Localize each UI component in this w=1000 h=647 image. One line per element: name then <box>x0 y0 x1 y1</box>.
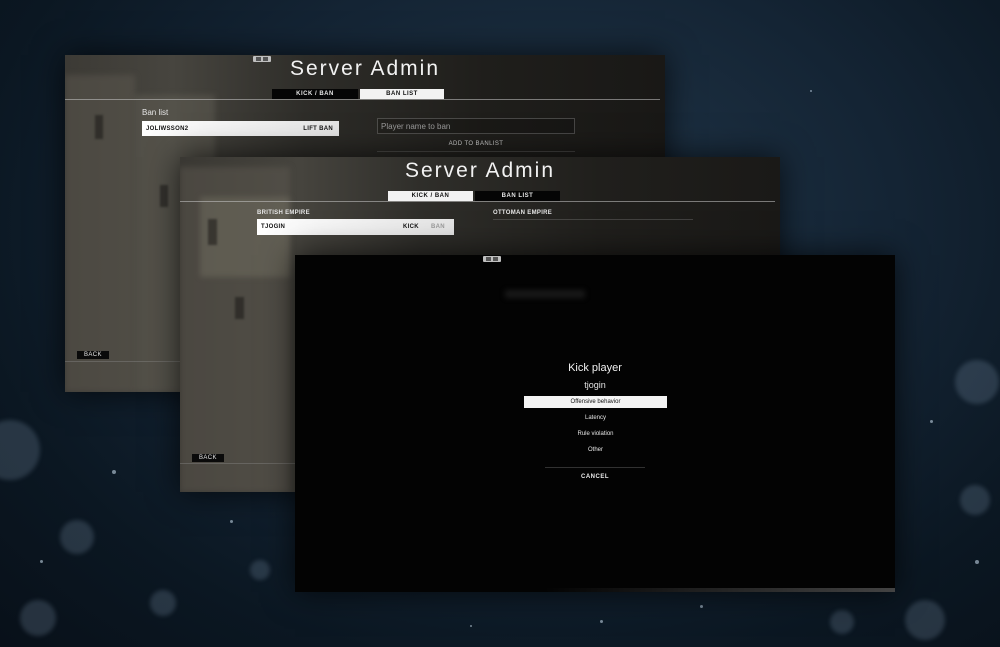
lift-ban-button[interactable]: LIFT BAN <box>303 126 333 132</box>
banned-player-name: JOLIWSSON2 <box>146 125 189 132</box>
footer-divider <box>180 463 300 464</box>
ban-name-input[interactable]: Player name to ban <box>377 118 575 134</box>
tab-ban-list[interactable]: BAN LIST <box>360 89 444 99</box>
tab-kick-ban[interactable]: KICK / BAN <box>388 191 473 201</box>
list-item[interactable]: JOLIWSSON2 LIFT BAN <box>142 121 339 136</box>
blurred-background <box>505 290 585 298</box>
team-left-label: BRITISH EMPIRE <box>257 210 310 216</box>
window-controls-icon[interactable] <box>483 256 501 262</box>
kick-player-name: tjogin <box>584 380 606 390</box>
ban-button[interactable]: BAN <box>431 224 445 230</box>
kick-button[interactable]: KICK <box>403 224 419 230</box>
team-right-label: OTTOMAN EMPIRE <box>493 210 553 216</box>
reason-other[interactable]: Other <box>524 444 667 456</box>
dialog-title: Kick player <box>568 362 622 374</box>
bottom-edge <box>545 588 895 592</box>
ban-list-label: Ban list <box>142 108 169 117</box>
header-divider <box>180 201 775 202</box>
reason-rule-violation[interactable]: Rule violation <box>524 428 667 440</box>
page-title: Server Admin <box>289 57 441 80</box>
table-row[interactable]: TJOGIN KICK BAN <box>257 219 454 235</box>
back-button[interactable]: BACK <box>192 454 224 462</box>
divider <box>377 151 575 152</box>
reason-latency[interactable]: Latency <box>524 412 667 424</box>
dialog-divider <box>545 467 645 468</box>
tab-kick-ban[interactable]: KICK / BAN <box>272 89 358 99</box>
player-name: TJOGIN <box>261 224 286 230</box>
team-right-divider <box>493 219 693 220</box>
kick-player-dialog: Kick player tjogin Offensive behavior La… <box>295 255 895 592</box>
page-title: Server Admin <box>404 159 556 182</box>
reason-offensive-behavior[interactable]: Offensive behavior <box>524 396 667 408</box>
add-to-banlist-button[interactable]: ADD TO BANLIST <box>377 141 575 147</box>
cancel-button[interactable]: CANCEL <box>295 474 895 480</box>
tab-ban-list[interactable]: BAN LIST <box>475 191 560 201</box>
back-button[interactable]: BACK <box>77 351 109 359</box>
header-divider <box>65 99 660 100</box>
